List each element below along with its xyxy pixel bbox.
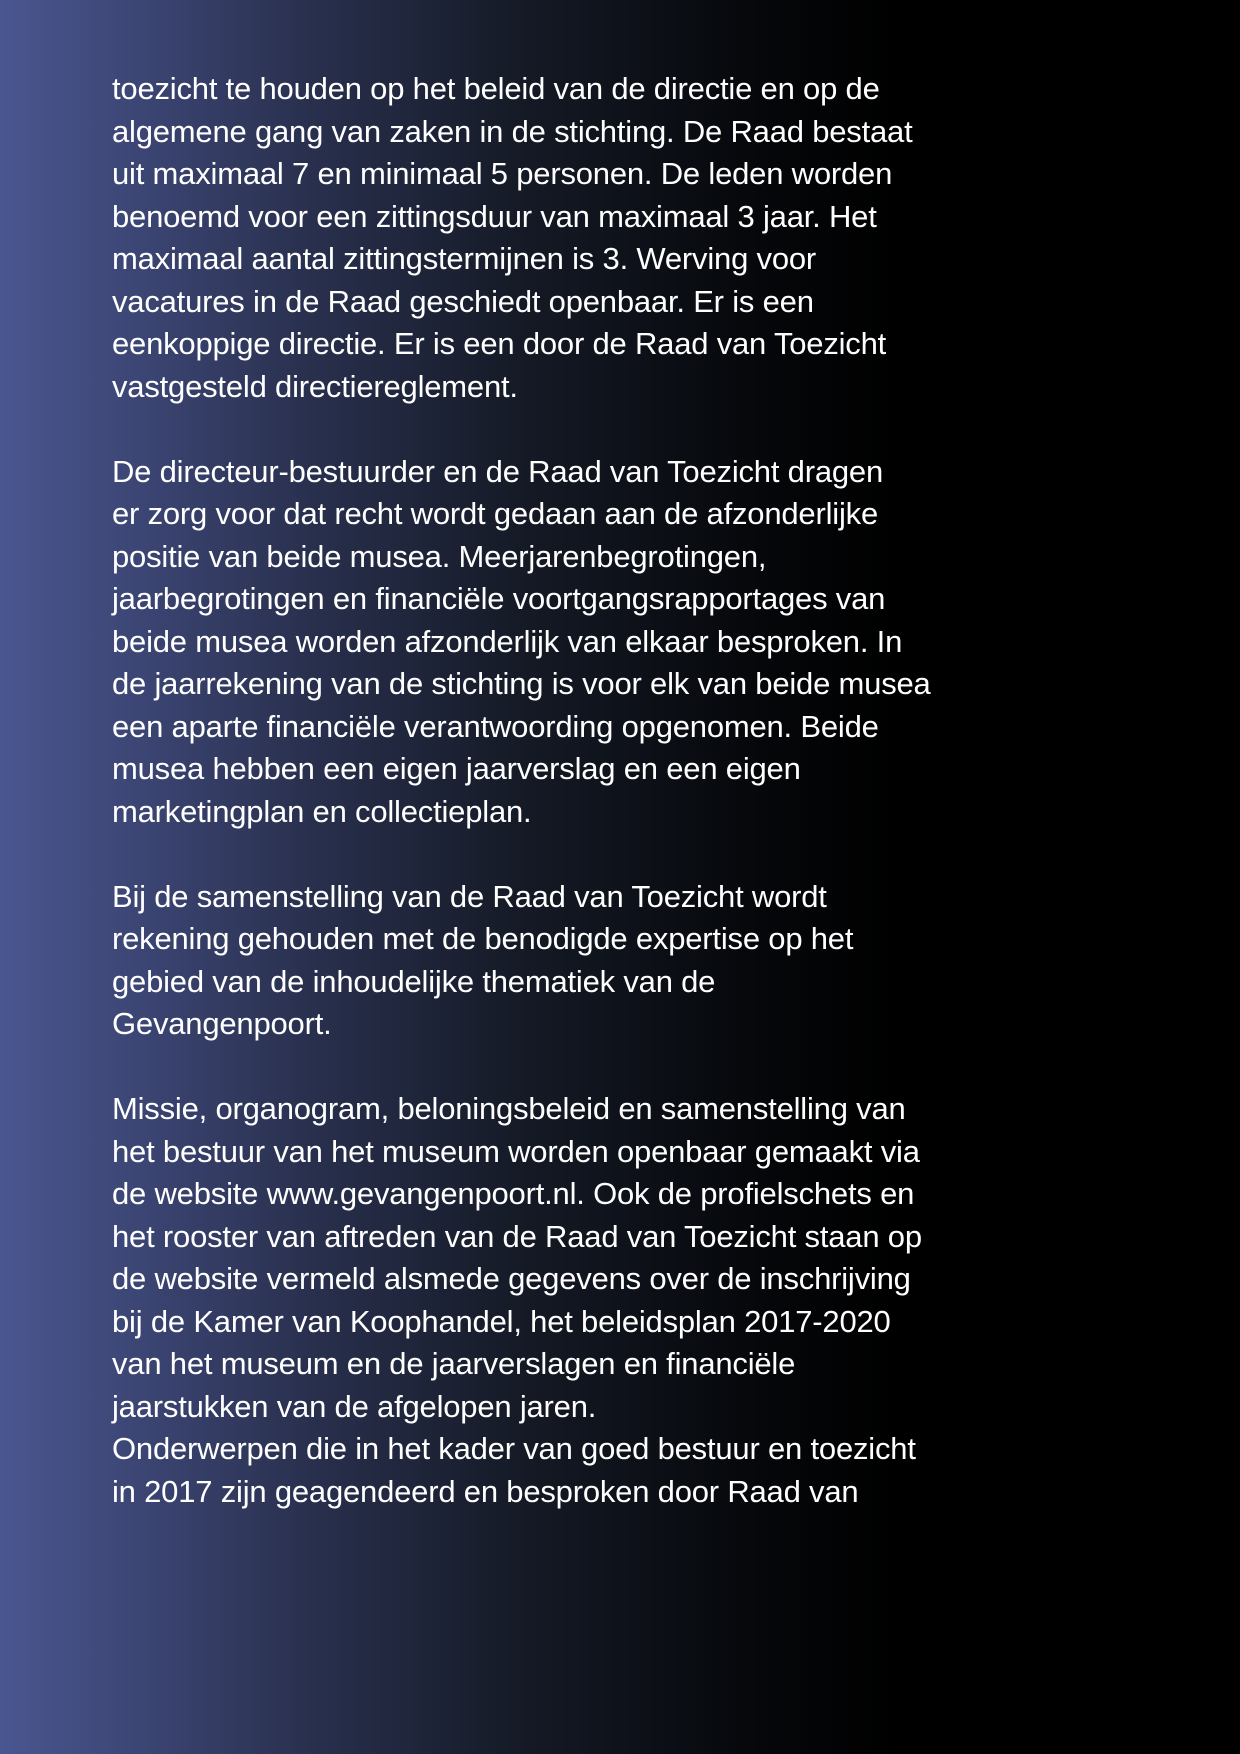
text-line: jaarstukken van de afgelopen jaren.: [112, 1388, 597, 1424]
text-line: er zorg voor dat recht wordt gedaan aan …: [112, 496, 878, 531]
text-line: marketingplan en collectieplan.: [112, 793, 532, 829]
text-line: in 2017 zijn geagendeerd en besproken do…: [112, 1473, 859, 1509]
text-line: vacatures in de Raad geschiedt openbaar.…: [112, 283, 814, 319]
text-line: een aparte financiële verantwoording opg…: [112, 708, 879, 744]
document-body: toezicht te houden op het beleid van de …: [112, 68, 1012, 1513]
text-line: vastgesteld directiereglement.: [112, 368, 518, 404]
text-line: de jaarrekening van de stichting is voor…: [112, 666, 931, 701]
text-line: gebied van de inhoudelijke thematiek van…: [112, 963, 716, 999]
text-line: Onderwerpen die in het kader van goed be…: [112, 1431, 916, 1466]
paragraph-expertise: Bij de samenstelling van de Raad van Toe…: [112, 876, 1012, 1046]
text-line: benoemd voor een zittingsduur van maxima…: [112, 198, 877, 234]
text-line: uit maximaal 7 en minimaal 5 personen. D…: [112, 156, 893, 191]
text-line: positie van beide musea. Meerjarenbegrot…: [112, 538, 767, 574]
text-line: Missie, organogram, beloningsbeleid en s…: [112, 1091, 906, 1126]
text-line: beide musea worden afzonderlijk van elka…: [112, 623, 903, 659]
text-line: Gevangenpoort.: [112, 1006, 332, 1041]
text-line: van het museum en de jaarverslagen en fi…: [112, 1346, 796, 1381]
text-line: maximaal aantal zittingstermijnen is 3. …: [112, 241, 817, 276]
paragraph-governance: toezicht te houden op het beleid van de …: [112, 68, 1012, 408]
text-line: eenkoppige directie. Er is een door de R…: [112, 326, 887, 361]
text-line: Bij de samenstelling van de Raad van Toe…: [112, 878, 827, 914]
text-line: bij de Kamer van Koophandel, het beleids…: [112, 1303, 891, 1339]
text-line: toezicht te houden op het beleid van de …: [112, 71, 880, 106]
paragraph-museums: De directeur-bestuurder en de Raad van T…: [112, 451, 1012, 834]
text-line: de website www.gevangenpoort.nl. Ook de …: [112, 1176, 915, 1211]
text-line: De directeur-bestuurder en de Raad van T…: [112, 453, 883, 489]
text-line: jaarbegrotingen en financiële voortgangs…: [112, 581, 886, 616]
text-line: algemene gang van zaken in de stichting.…: [112, 113, 913, 149]
text-line: de website vermeld alsmede gegevens over…: [112, 1261, 911, 1296]
text-line: musea hebben een eigen jaarverslag en ee…: [112, 751, 801, 786]
text-line: het rooster van aftreden van de Raad van…: [112, 1218, 922, 1254]
text-line: het bestuur van het museum worden openba…: [112, 1133, 920, 1169]
paragraph-publication: Missie, organogram, beloningsbeleid en s…: [112, 1088, 1012, 1513]
text-line: rekening gehouden met de benodigde exper…: [112, 921, 854, 956]
